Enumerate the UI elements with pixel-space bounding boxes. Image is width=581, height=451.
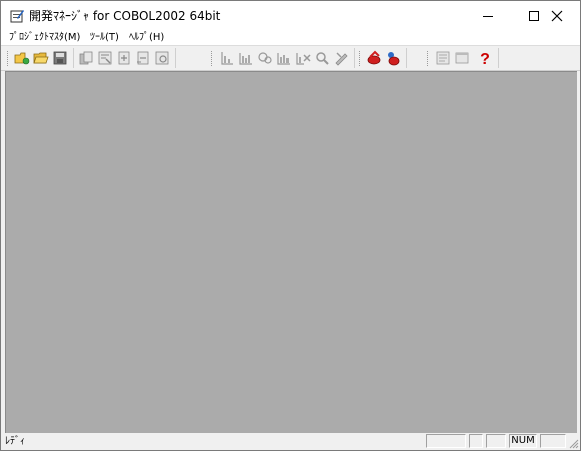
toolbar-grip[interactable] [7,51,10,66]
new-project-icon[interactable] [14,50,30,66]
settings-icon[interactable] [154,50,170,66]
close-icon [551,10,563,22]
window-title: 開発ﾏﾈｰｼﾞｬ for COBOL2002 64bit [29,9,221,23]
status-bar: ﾚﾃﾞｨ NUM [1,433,580,450]
help-icon[interactable]: ? [477,50,493,66]
clean-icon[interactable] [295,50,311,66]
properties-icon[interactable] [97,50,113,66]
minimize-button[interactable] [465,1,511,31]
toolbar-grip[interactable] [211,51,214,66]
menu-help[interactable]: ﾍﾙﾌﾟ(H) [129,31,164,45]
window-icon[interactable] [454,50,470,66]
close-button[interactable] [534,1,580,31]
status-pane [426,434,466,448]
mdi-client-area[interactable] [5,71,577,433]
status-pane [469,434,483,448]
svg-text:?: ? [480,51,490,66]
minimize-icon [483,16,493,17]
debug-icon[interactable] [366,50,382,66]
menu-project-master[interactable]: ﾌﾟﾛｼﾞｪｸﾄﾏｽﾀ(M) [9,31,80,45]
status-pane [486,434,506,448]
open-folder-icon[interactable] [33,50,49,66]
build-icon[interactable] [219,50,235,66]
build-all-icon[interactable] [238,50,254,66]
copy-icon[interactable] [78,50,94,66]
tools-icon[interactable] [333,50,349,66]
toolbar-separator [406,48,407,68]
toolbar-separator [498,48,499,68]
save-icon[interactable] [52,50,68,66]
app-window: 開発ﾏﾈｰｼﾞｬ for COBOL2002 64bit ﾌﾟﾛｼﾞｪｸﾄﾏｽﾀ… [0,0,581,451]
toolbar-grip[interactable] [427,51,430,66]
toolbar-grip[interactable] [359,51,362,66]
menu-tools[interactable]: ﾂｰﾙ(T) [90,31,119,45]
toolbar-separator [354,48,355,68]
menu-bar: ﾌﾟﾛｼﾞｪｸﾄﾏｽﾀ(M) ﾂｰﾙ(T) ﾍﾙﾌﾟ(H) [1,31,580,45]
remove-file-icon[interactable] [135,50,151,66]
status-message: ﾚﾃﾞｨ [5,436,25,447]
compile-icon[interactable] [257,50,273,66]
app-icon[interactable] [10,9,24,23]
toolbar-separator [73,48,74,68]
test-icon[interactable] [385,50,401,66]
num-lock-indicator: NUM [509,434,537,448]
toolbar-separator [175,48,176,68]
document-icon[interactable] [435,50,451,66]
status-pane [540,434,566,448]
link-icon[interactable] [276,50,292,66]
title-bar[interactable]: 開発ﾏﾈｰｼﾞｬ for COBOL2002 64bit [1,1,580,31]
find-icon[interactable] [314,50,330,66]
toolbar: ? [1,45,580,71]
resize-grip-icon[interactable] [567,437,579,449]
add-file-icon[interactable] [116,50,132,66]
